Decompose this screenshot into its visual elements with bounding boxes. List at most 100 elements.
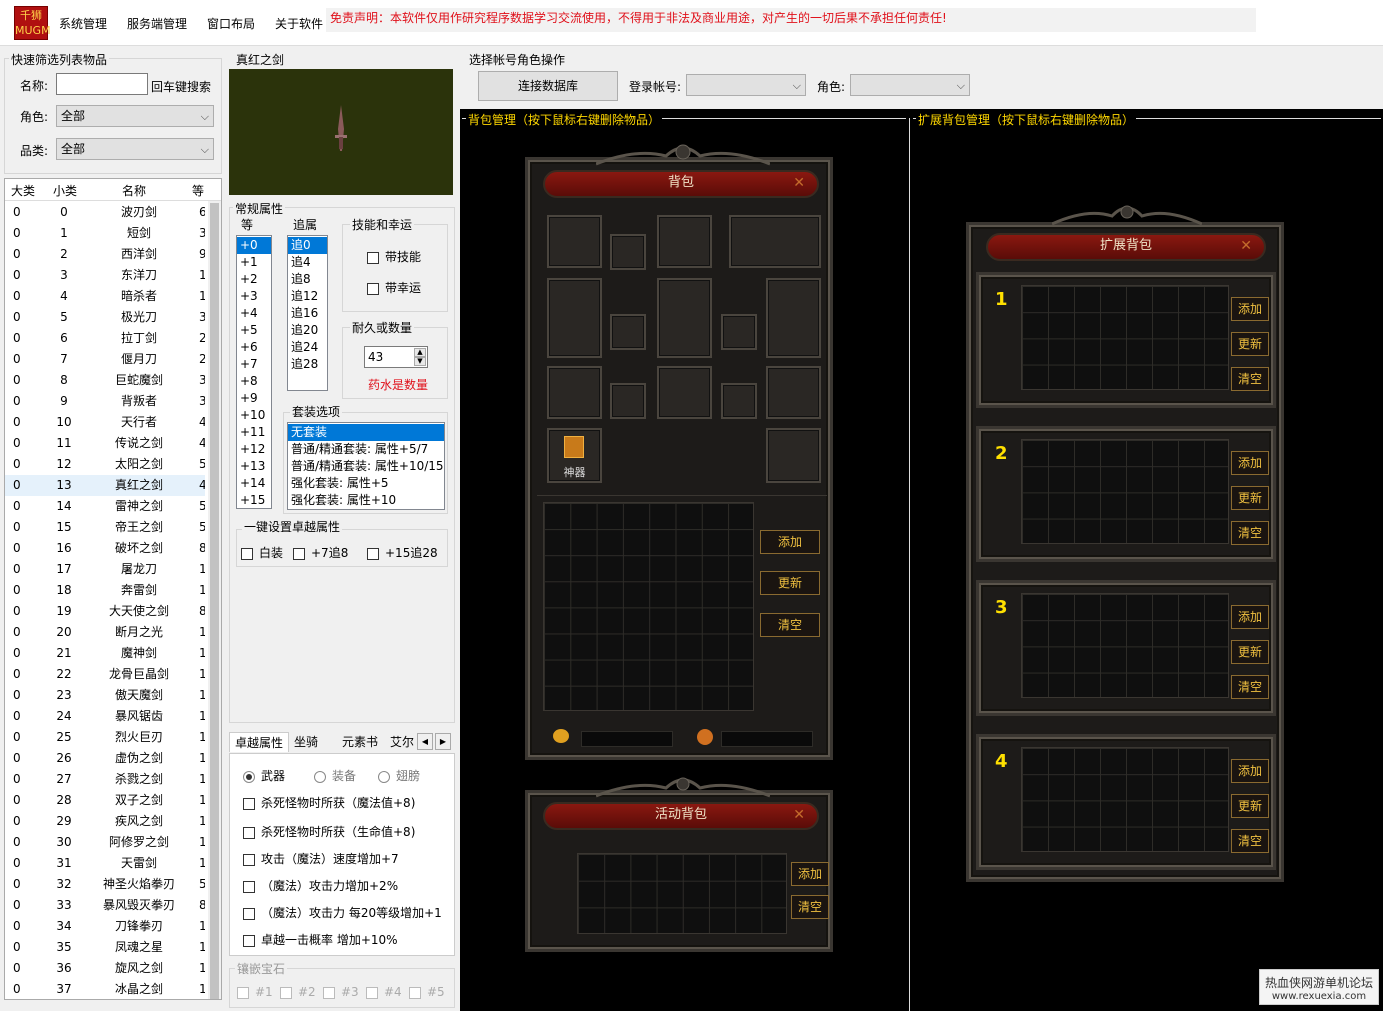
spin-up-icon[interactable]: ▲ — [414, 348, 426, 357]
socket-checkbox[interactable]: #3 — [323, 985, 359, 999]
table-row[interactable]: 0 11 传说之剑 4 — [5, 433, 205, 454]
ext-bag-update-button[interactable]: 更新 — [1231, 332, 1269, 356]
wings-slot[interactable] — [729, 215, 821, 268]
ext-bag-add-button[interactable]: 添加 — [1231, 297, 1269, 321]
ext-bag-add-button[interactable]: 添加 — [1231, 759, 1269, 783]
checkbox-box[interactable] — [237, 986, 249, 999]
addon-option[interactable]: 追8 — [288, 271, 327, 288]
oneclick-white[interactable]: 白装 — [241, 544, 283, 561]
socket-checkbox[interactable]: #5 — [409, 985, 445, 999]
set-option[interactable]: 强化套装: 属性+5 — [288, 475, 444, 492]
table-row[interactable]: 0 16 破坏之剑 8 — [5, 538, 205, 559]
table-row[interactable]: 0 9 背叛者 3 — [5, 391, 205, 412]
table-row[interactable]: 0 5 极光刀 3 — [5, 307, 205, 328]
close-icon[interactable]: ✕ — [1240, 235, 1252, 257]
level-option[interactable]: +12 — [237, 441, 271, 458]
durability-input[interactable]: 43 ▲ ▼ — [364, 346, 428, 368]
checkbox-box[interactable] — [323, 986, 335, 999]
level-option[interactable]: +0 — [237, 237, 271, 254]
oneclick-plus15[interactable]: +15追28 — [367, 544, 438, 561]
ext-bag-update-button[interactable]: 更新 — [1231, 794, 1269, 818]
tab-mount[interactable]: 坐骑 — [289, 732, 323, 752]
table-row[interactable]: 0 35 凤魂之星 14 — [5, 937, 205, 958]
level-option[interactable]: +4 — [237, 305, 271, 322]
level-option[interactable]: +1 — [237, 254, 271, 271]
table-row[interactable]: 0 13 真红之剑 4 — [5, 475, 205, 496]
addon-listbox[interactable]: 追0 追4 追8 追12 追16 追20 追24 追28 — [287, 235, 328, 391]
item-table[interactable]: 大类 小类 名称 等 00波刃剑601短剑302西洋剑903东洋刀104暗杀者1… — [4, 178, 222, 1000]
tab-element-book[interactable]: 元素书 — [337, 732, 383, 752]
table-row[interactable]: 0 21 魔神剑 14 — [5, 643, 205, 664]
pendant-slot[interactable] — [610, 314, 646, 350]
level-listbox[interactable]: +0 +1 +2 +3 +4 +5 +6 +7 +8 +9 +10 +11 +12 +13 +14 +15 — [236, 235, 272, 509]
gloves-slot[interactable] — [547, 366, 602, 419]
table-row[interactable]: 0 23 傲天魔剑 14 — [5, 685, 205, 706]
checkbox-box[interactable] — [367, 282, 379, 295]
table-row[interactable]: 0 4 暗杀者 1 — [5, 286, 205, 307]
table-row[interactable]: 0 15 帝王之剑 5 — [5, 517, 205, 538]
spin-down-icon[interactable]: ▼ — [414, 357, 426, 366]
level-option[interactable]: +10 — [237, 407, 271, 424]
bag-clear-button[interactable]: 清空 — [760, 613, 820, 637]
level-option[interactable]: +15 — [237, 492, 271, 509]
table-row[interactable]: 0 20 断月之光 14 — [5, 622, 205, 643]
socket-checkbox[interactable]: #2 — [280, 985, 316, 999]
close-icon[interactable]: ✕ — [793, 804, 805, 826]
radio-button[interactable] — [378, 770, 390, 783]
type-weapon-radio[interactable]: 武器 — [243, 767, 285, 784]
connect-db-button[interactable]: 连接数据库 — [478, 71, 618, 101]
ring-left-slot[interactable] — [610, 383, 646, 419]
table-row[interactable]: 0 3 东洋刀 1 — [5, 265, 205, 286]
table-row[interactable]: 0 2 西洋剑 9 — [5, 244, 205, 265]
table-row[interactable]: 0 8 巨蛇魔剑 3 — [5, 370, 205, 391]
tab-el[interactable]: 艾尔 — [385, 732, 419, 752]
level-option[interactable]: +13 — [237, 458, 271, 475]
header-major-category[interactable]: 大类 — [11, 182, 35, 199]
pants-slot[interactable] — [657, 366, 712, 419]
addon-option[interactable]: 追28 — [288, 356, 327, 373]
addon-option[interactable]: 追16 — [288, 305, 327, 322]
table-row[interactable]: 0 32 神圣火焰拳刃 5 — [5, 874, 205, 895]
checkbox-box[interactable] — [367, 251, 379, 264]
table-row[interactable]: 0 36 旋风之剑 14 — [5, 958, 205, 979]
table-row[interactable]: 0 31 天雷剑 1( — [5, 853, 205, 874]
ext-bag-grid[interactable] — [1021, 593, 1229, 698]
ext-bag-grid[interactable] — [1021, 439, 1229, 544]
checkbox-box[interactable] — [243, 853, 255, 866]
scrollbar-thumb[interactable] — [210, 203, 219, 999]
ext-bag-clear-button[interactable]: 清空 — [1231, 367, 1269, 391]
artifact-slot[interactable]: 神器 — [547, 428, 602, 483]
bag-add-button[interactable]: 添加 — [760, 530, 820, 554]
level-option[interactable]: +6 — [237, 339, 271, 356]
checkbox-box[interactable] — [243, 880, 255, 893]
bag-grid[interactable] — [543, 502, 754, 711]
pet-slot[interactable] — [610, 234, 646, 270]
ext-bag-clear-button[interactable]: 清空 — [1231, 521, 1269, 545]
addon-option[interactable]: 追24 — [288, 339, 327, 356]
header-name[interactable]: 名称 — [122, 182, 146, 199]
shield-slot[interactable] — [766, 278, 821, 358]
excellent-option[interactable]: （魔法）攻击力 每20等级增加+1 — [243, 904, 442, 921]
table-row[interactable]: 0 37 冰晶之剑 14 — [5, 979, 205, 999]
level-option[interactable]: +2 — [237, 271, 271, 288]
level-option[interactable]: +7 — [237, 356, 271, 373]
table-row[interactable]: 0 24 暴风锯齿 1' — [5, 706, 205, 727]
menu-about[interactable]: 关于软件 — [275, 15, 323, 32]
set-option[interactable]: 普通/精通套装: 属性+10/15 — [288, 458, 444, 475]
socket-checkbox[interactable]: #4 — [366, 985, 402, 999]
addon-option[interactable]: 追4 — [288, 254, 327, 271]
ext-bag-add-button[interactable]: 添加 — [1231, 605, 1269, 629]
oneclick-plus7[interactable]: +7追8 — [293, 544, 348, 561]
ring-right-slot[interactable] — [721, 383, 757, 419]
set-listbox[interactable]: 无套装 普通/精通套装: 属性+5/7 普通/精通套装: 属性+10/15 强化套装:… — [287, 422, 445, 510]
tab-scroll-left-icon[interactable]: ◀ — [417, 733, 433, 750]
level-option[interactable]: +8 — [237, 373, 271, 390]
checkbox-box[interactable] — [243, 797, 255, 810]
excellent-option[interactable]: （魔法）攻击力增加+2% — [243, 877, 398, 894]
checkbox-box[interactable] — [367, 547, 379, 560]
active-bag-grid[interactable] — [577, 853, 787, 934]
menu-system[interactable]: 系统管理 — [59, 15, 107, 32]
luck-checkbox[interactable]: 带幸运 — [367, 279, 421, 296]
addon-option[interactable]: 追0 — [288, 237, 327, 254]
table-row[interactable]: 0 10 天行者 4 — [5, 412, 205, 433]
